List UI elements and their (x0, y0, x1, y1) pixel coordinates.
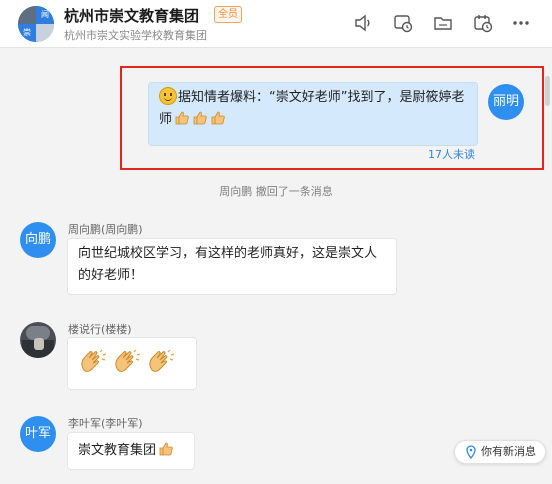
location-pin-icon (466, 445, 476, 459)
my-avatar[interactable]: 丽明 (488, 84, 524, 120)
message-text: 向世纪城校区学习，有这样的老师真好，这是崇文人的好老师！ (78, 246, 378, 283)
new-message-button[interactable]: 你有新消息 (454, 440, 546, 464)
thumbs-up-icon (159, 442, 173, 456)
more-icon[interactable] (510, 12, 532, 34)
thumbs-up-icon (193, 111, 207, 125)
thumbs-up-icon (175, 111, 189, 125)
my-message-bubble[interactable]: 据知情者爆料：“崇文好老师”找到了，是尉筱婷老师 (148, 82, 478, 146)
clapping-hands-icon (115, 349, 141, 372)
scrollbar-thumb[interactable] (545, 76, 550, 106)
smile-emoji-icon (159, 87, 177, 105)
sender-avatar[interactable]: 向鹏 (20, 222, 56, 258)
calendar-icon[interactable] (472, 12, 494, 34)
clapping-hands-icon (149, 349, 175, 372)
sender-avatar[interactable]: 叶军 (20, 416, 56, 452)
speaker-icon[interactable] (352, 12, 374, 34)
message-bubble[interactable]: 向世纪城校区学习，有这样的老师真好，这是崇文人的好老师！ (67, 238, 397, 295)
unread-count[interactable]: 17人未读 (428, 146, 475, 162)
message-text: 崇文教育集团 (78, 443, 157, 458)
all-members-badge: 全员 (214, 6, 242, 23)
group-title[interactable]: 杭州市崇文教育集团 (64, 5, 199, 26)
message-bubble[interactable] (67, 337, 197, 390)
sender-name: 周向鹏(周向鹏) (68, 223, 143, 236)
folder-icon[interactable] (432, 12, 454, 34)
message-bubble[interactable]: 崇文教育集团 (67, 432, 195, 470)
clapping-hands-icon (81, 349, 107, 372)
thumbs-up-icon (211, 111, 225, 125)
sender-avatar[interactable] (20, 322, 56, 358)
organization-name: 杭州市崇文实验学校教育集团 (64, 29, 207, 42)
new-message-label: 你有新消息 (481, 445, 536, 458)
sender-name: 李叶军(李叶军) (68, 417, 143, 430)
sender-name: 楼说行(楼楼) (68, 323, 132, 336)
chat-header: 闻 崇 杭州市崇文教育集团 全员 杭州市崇文实验学校教育集团 (0, 0, 552, 48)
group-avatar[interactable]: 闻 崇 (18, 6, 54, 42)
recall-notice: 周向鹏 撤回了一条消息 (219, 185, 333, 198)
history-icon[interactable] (392, 12, 414, 34)
